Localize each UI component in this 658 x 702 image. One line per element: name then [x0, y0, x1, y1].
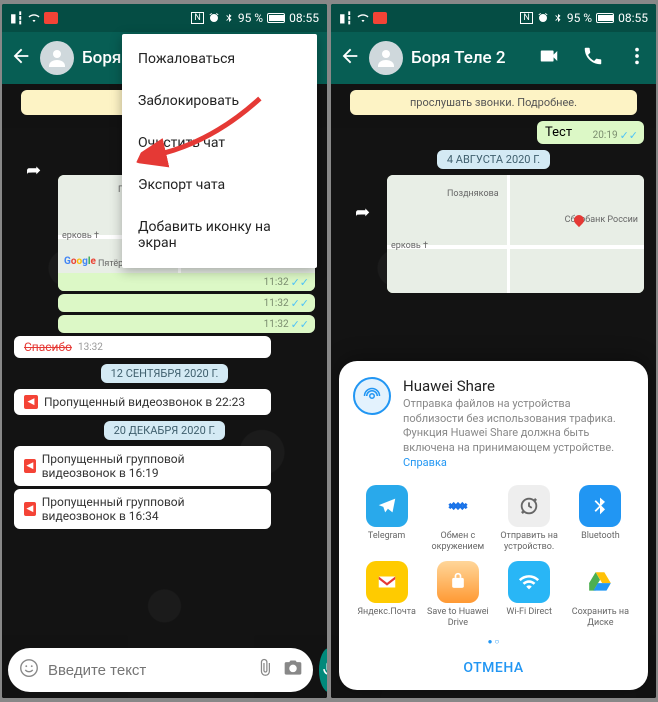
phone-left: ▮┇ N 95 % 08:55 Боря Т прослу	[2, 4, 327, 698]
signal-icon: ▮┇	[339, 11, 353, 25]
cancel-button[interactable]: ОТМЕНА	[353, 650, 634, 680]
chat-title[interactable]: Боря Теле 2	[411, 48, 530, 68]
google-logo: Google	[64, 256, 96, 267]
missed-call-message[interactable]: ◀ Пропущенный групповой видеозвонок в 16…	[14, 489, 271, 529]
share-description: Отправка файлов на устройства поблизости…	[403, 397, 634, 471]
input-bar	[8, 648, 321, 692]
more-icon[interactable]	[626, 45, 648, 71]
video-call-icon[interactable]	[538, 45, 560, 71]
mic-button[interactable]	[319, 648, 327, 692]
avatar[interactable]	[40, 41, 74, 75]
info-banner: прослушать звонки. Подробнее.	[350, 90, 638, 115]
date-separator: 20 ДЕКАБРЯ 2020 Г.	[104, 421, 226, 440]
message-input[interactable]	[48, 662, 247, 679]
clock-text: 08:55	[289, 11, 319, 25]
nfc-icon: N	[191, 12, 203, 24]
video-missed-icon: ◀	[24, 459, 36, 473]
phone-right: ▮┇ N 95 % 08:55 Боря Теле 2	[331, 4, 656, 698]
missed-call-message[interactable]: ◀ Пропущенный групповой видеозвонок в 16…	[14, 446, 271, 486]
mail-icon	[44, 12, 58, 24]
video-missed-icon: ◀	[24, 395, 38, 409]
share-help-link[interactable]: Справка	[403, 456, 447, 469]
attach-icon[interactable]	[255, 658, 275, 682]
wifi-icon	[28, 12, 40, 24]
video-missed-icon: ◀	[24, 502, 36, 516]
huawei-share-icon	[353, 377, 391, 415]
share-yandex-mail[interactable]: Яндекс.Почта	[353, 561, 420, 629]
battery-text: 95 %	[238, 11, 263, 25]
share-bluetooth[interactable]: Bluetooth	[567, 485, 634, 553]
share-title: Huawei Share	[403, 377, 634, 395]
forward-icon[interactable]: ➦	[355, 202, 370, 223]
page-indicator: ● ○	[353, 637, 634, 646]
wifi-icon	[357, 12, 369, 24]
clock-text: 08:55	[618, 11, 648, 25]
avatar[interactable]	[369, 41, 403, 75]
share-nearby[interactable]: Обмен с окружением	[424, 485, 491, 553]
share-send-device[interactable]: Отправить на устройство.	[496, 485, 563, 553]
share-huawei-drive[interactable]: Save to Huawei Drive	[424, 561, 491, 629]
outgoing-message[interactable]: Тест 20:19✓✓	[537, 121, 644, 144]
battery-text: 95 %	[567, 11, 592, 25]
status-bar: ▮┇ N 95 % 08:55	[2, 4, 327, 32]
date-separator: 4 АВГУСТА 2020 Г.	[437, 150, 550, 169]
emoji-icon[interactable]	[18, 657, 40, 683]
share-telegram[interactable]: Telegram	[353, 485, 420, 553]
deleted-message[interactable]: Спасибо 13:32	[14, 336, 271, 358]
camera-icon[interactable]	[283, 658, 303, 682]
outgoing-message[interactable]: 11:32✓✓	[58, 294, 315, 312]
date-separator: 12 СЕНТЯБРЯ 2020 Г.	[101, 364, 229, 383]
battery-icon	[267, 13, 285, 23]
status-bar: ▮┇ N 95 % 08:55	[331, 4, 656, 32]
alarm-icon	[537, 12, 549, 24]
menu-shortcut[interactable]: Добавить иконку на экран	[122, 206, 317, 264]
back-icon[interactable]	[10, 45, 32, 71]
location-message[interactable]: ерковь † Позднякова Сбербанк России	[387, 175, 644, 293]
alarm-icon	[208, 12, 220, 24]
bluetooth-icon	[553, 12, 563, 24]
missed-call-message[interactable]: ◀ Пропущенный видеозвонок в 22:23	[14, 389, 271, 415]
mail-icon	[373, 12, 387, 24]
share-wifi-direct[interactable]: Wi-Fi Direct	[496, 561, 563, 629]
bluetooth-icon	[224, 12, 234, 24]
nfc-icon: N	[520, 12, 532, 24]
message-field[interactable]	[8, 648, 313, 692]
outgoing-message[interactable]: 11:32✓✓	[58, 315, 315, 333]
voice-call-icon[interactable]	[582, 45, 604, 71]
share-sheet: Huawei Share Отправка файлов на устройст…	[339, 361, 648, 690]
back-icon[interactable]	[339, 45, 361, 71]
forward-icon[interactable]: ➦	[26, 160, 41, 181]
battery-icon	[596, 13, 614, 23]
share-google-drive[interactable]: Сохранить на Диске	[567, 561, 634, 629]
signal-icon: ▮┇	[10, 11, 24, 25]
app-bar: Боря Теле 2	[331, 32, 656, 84]
